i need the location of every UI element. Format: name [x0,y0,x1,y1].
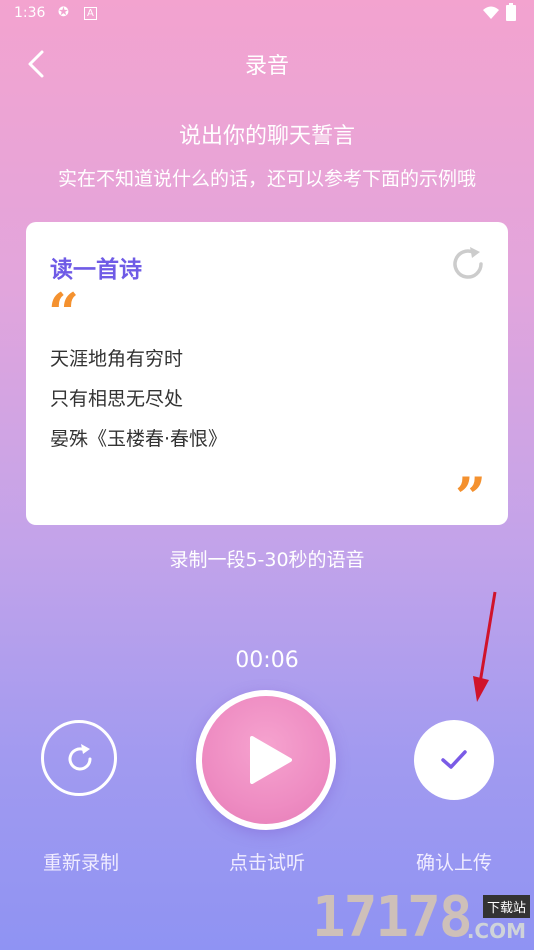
confirm-upload-button[interactable] [414,720,494,800]
watermark-number: 17178 [312,885,473,950]
checkmark-icon [441,750,467,769]
open-quote-icon: “ [48,281,80,345]
vpn-icon: ✪ [58,5,69,20]
header: 录音 [0,40,534,86]
rerecord-icon [68,744,92,771]
play-label[interactable]: 点击试听 [210,848,324,875]
notification-icon: A [84,7,97,20]
poem-source: 晏殊《玉楼春·春恨》 [50,428,228,450]
close-quote-icon: ” [454,465,486,529]
card-title: 读一首诗 [50,257,142,283]
prompt-hint: 实在不知道说什么的话，还可以参考下面的示例哦 [57,168,476,190]
example-card: 读一首诗 “ 天涯地角有穷时 只有相思无尽处 晏殊《玉楼春·春恨》 ” [26,222,508,525]
watermark-tag: 下载站 [482,895,530,918]
recording-timer: 00:06 [235,648,299,673]
play-button[interactable] [196,690,336,830]
status-time: 1:36 [14,5,46,21]
confirm-upload-label[interactable]: 确认上传 [397,848,511,875]
play-icon [250,736,292,784]
poem-line: 只有相思无尽处 [50,388,184,410]
refresh-example-icon[interactable] [448,244,488,284]
battery-icon [506,3,516,21]
prompt-subtitle: 说出你的聊天誓言 [178,124,355,149]
site-watermark: 17178 下载站 .COM [312,885,534,950]
play-button-face [202,696,330,824]
duration-hint: 录制一段5-30秒的语音 [169,549,365,571]
rerecord-button[interactable] [41,720,117,796]
status-bar: 1:36 ✪ A [0,0,534,28]
rerecord-label[interactable]: 重新录制 [24,848,138,875]
wifi-icon [483,6,499,19]
page-title: 录音 [244,54,289,79]
watermark-suffix: .COM [466,919,526,943]
poem-line: 天涯地角有穷时 [50,348,184,370]
annotation-arrow-icon [473,591,497,702]
